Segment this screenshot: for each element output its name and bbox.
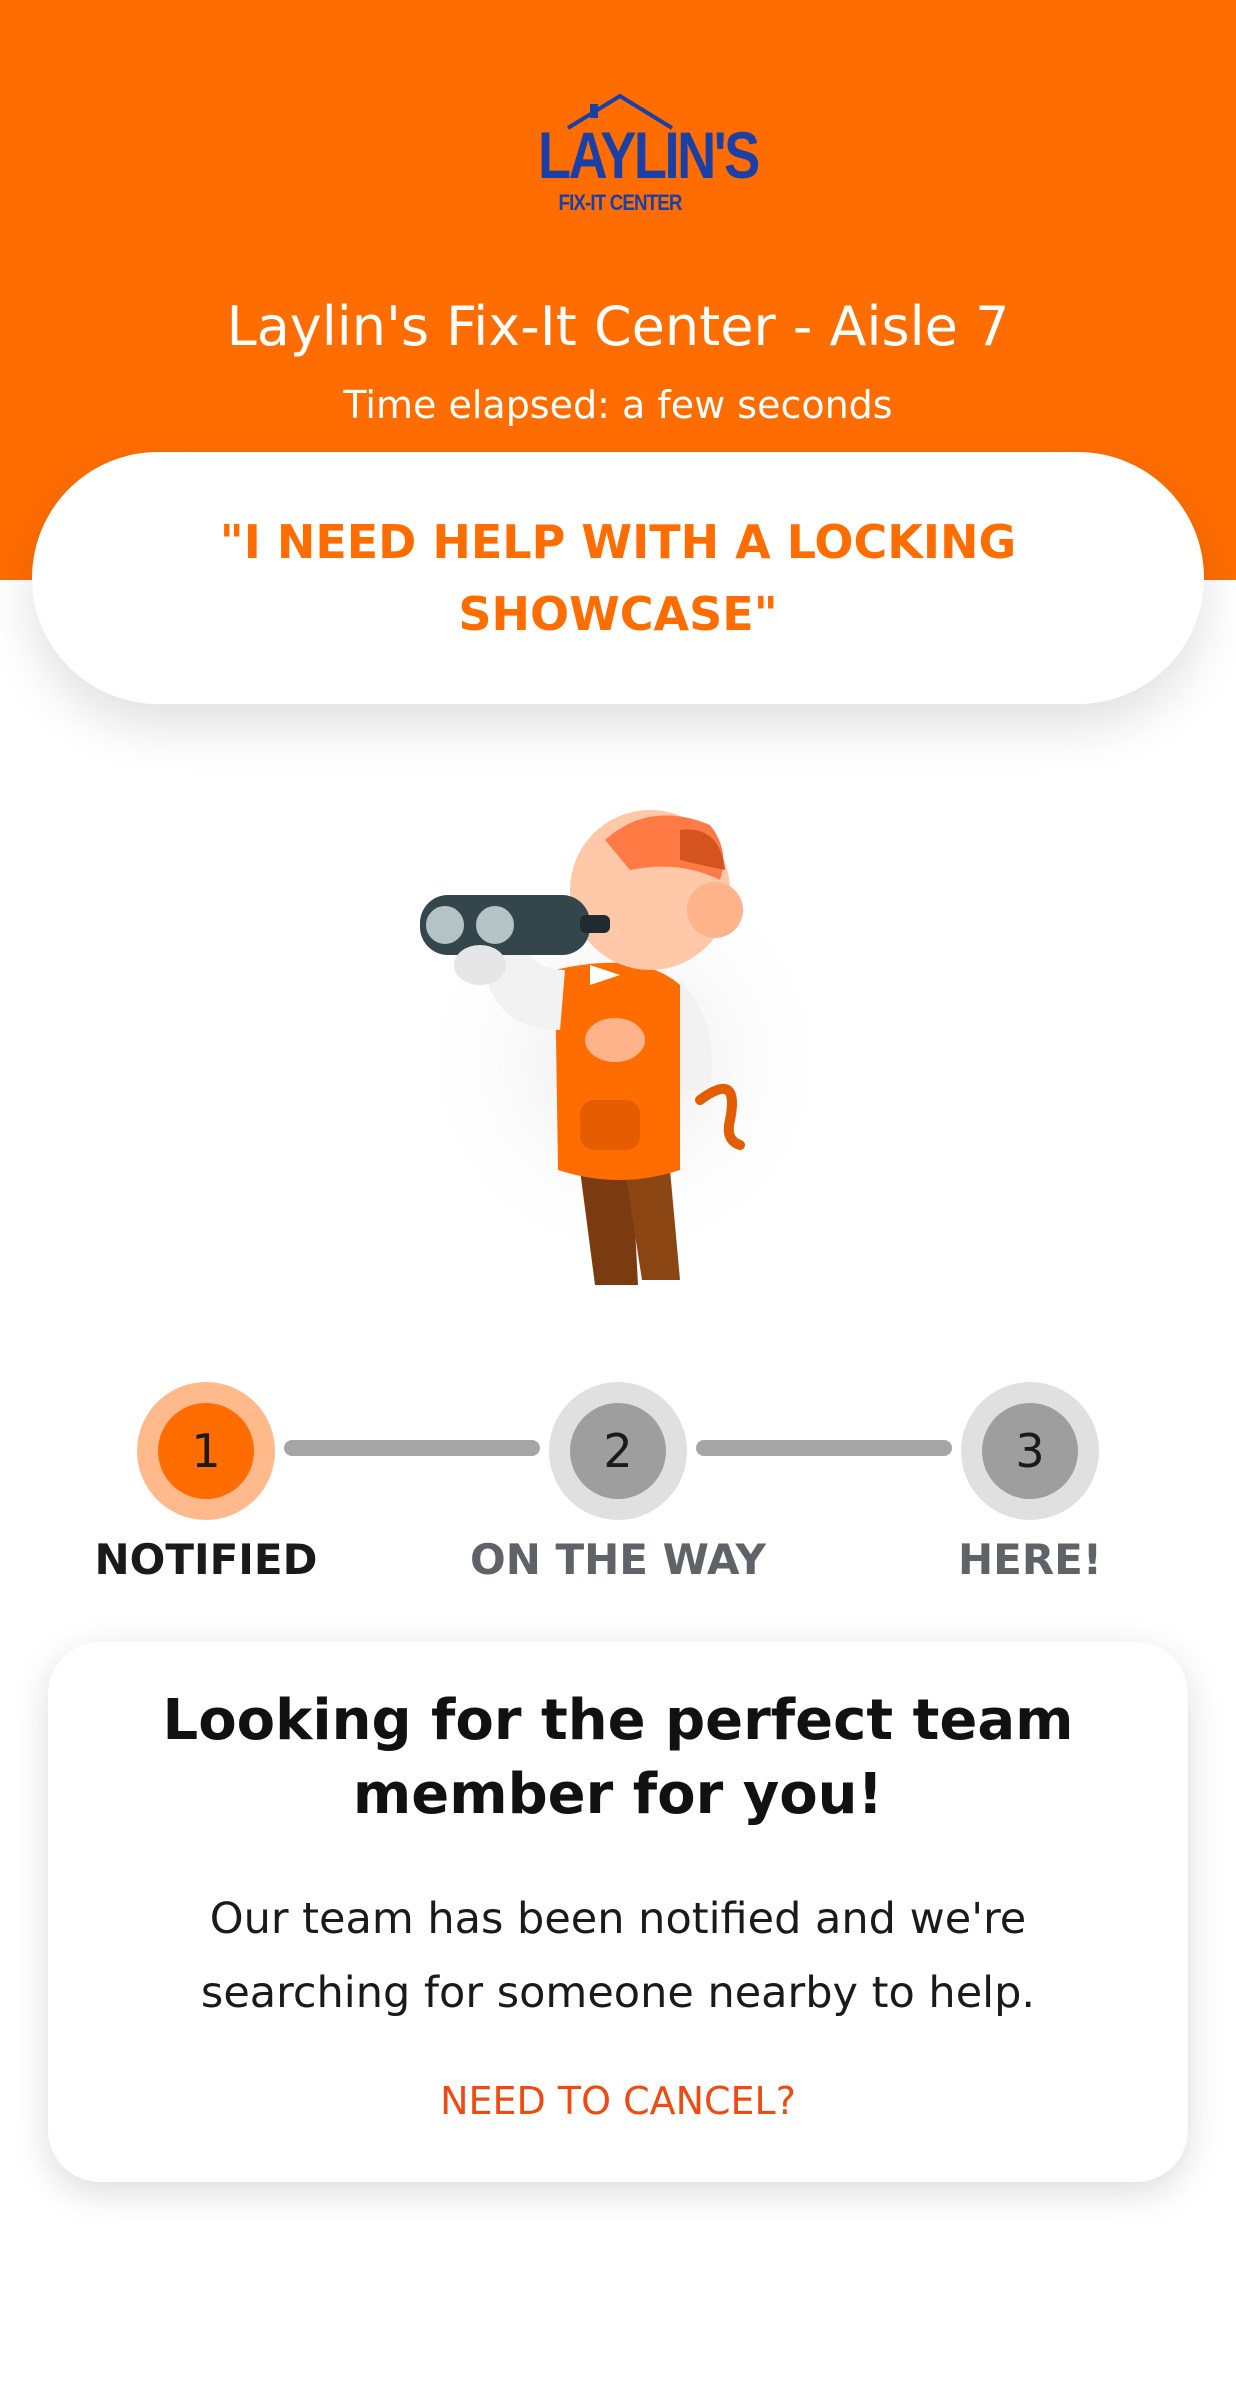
step-2-indicator: 2 (549, 1382, 687, 1520)
logo-name: LAYLIN'S (538, 118, 760, 192)
time-elapsed: Time elapsed: a few seconds (343, 383, 893, 427)
store-location-title: Laylin's Fix-It Center - Aisle 7 (226, 295, 1010, 358)
status-heading: Looking for the perfect team member for … (162, 1688, 1074, 1827)
cancel-request-link[interactable]: NEED TO CANCEL? (48, 2076, 1188, 2126)
brand-logo: LAYLIN'S FIX-IT CENTER (520, 92, 760, 222)
request-text: "I NEED HELP WITH A LOCKING SHOWCASE" (219, 515, 1017, 641)
logo-tagline: FIX-IT CENTER (558, 190, 683, 215)
step-3-indicator: 3 (961, 1382, 1099, 1520)
binoculars-mascot-icon (415, 810, 835, 1285)
step-3-label: HERE! (957, 1535, 1103, 1584)
progress-stepper: 1 2 3 NOTIFIED ON THE WAY HERE! (0, 1370, 1236, 1610)
step-2-number: 2 (570, 1403, 666, 1499)
request-pill: "I NEED HELP WITH A LOCKING SHOWCASE" (32, 452, 1204, 704)
status-description: Our team has been notified and we're sea… (200, 1894, 1036, 2018)
step-connector-2-3 (696, 1440, 952, 1456)
step-3-number: 3 (982, 1403, 1078, 1499)
step-connector-1-2 (284, 1440, 540, 1456)
step-2-label: ON THE WAY (470, 1535, 766, 1584)
step-1-number: 1 (158, 1403, 254, 1499)
step-1-label: NOTIFIED (94, 1535, 318, 1584)
status-card: Looking for the perfect team member for … (48, 1642, 1188, 2182)
step-1-indicator: 1 (137, 1382, 275, 1520)
